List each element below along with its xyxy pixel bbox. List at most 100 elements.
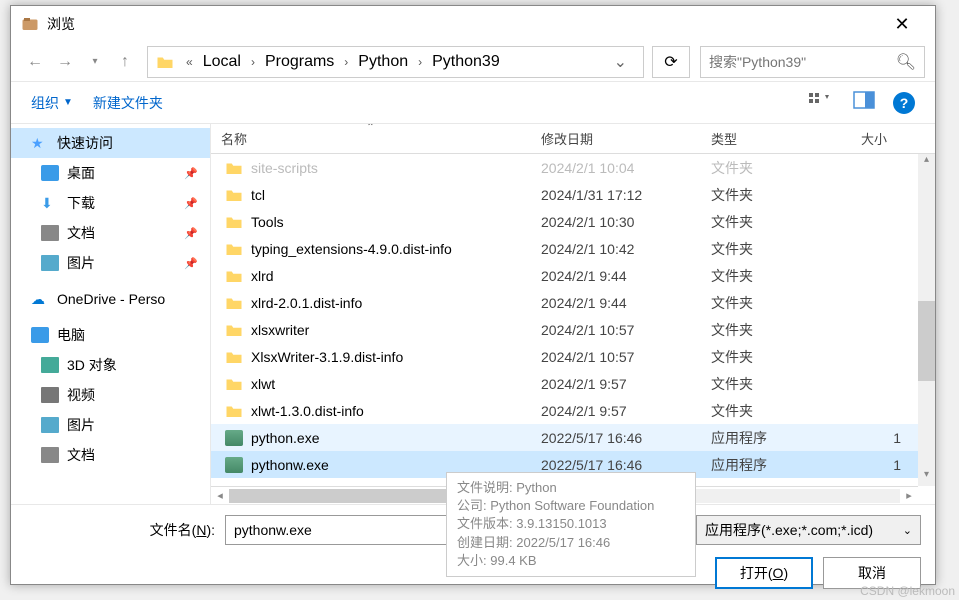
scroll-left-arrow[interactable]: ◂	[211, 489, 229, 502]
file-size: 1	[851, 430, 911, 446]
file-date: 2024/2/1 9:44	[531, 268, 701, 284]
column-name-header[interactable]: 名称 ⌃	[211, 124, 531, 153]
breadcrumb-item[interactable]: Python	[354, 51, 412, 73]
folder-icon	[225, 187, 243, 203]
chevron-right-icon: ›	[251, 55, 255, 69]
file-date: 2024/2/1 9:57	[531, 376, 701, 392]
sidebar-documents-pc[interactable]: 文档	[11, 440, 210, 470]
file-name: site-scripts	[251, 160, 318, 176]
file-date: 2024/2/1 9:44	[531, 295, 701, 311]
file-type: 文件夹	[701, 320, 851, 340]
sidebar-desktop[interactable]: 桌面 📌	[11, 158, 210, 188]
file-date: 2024/2/1 10:57	[531, 322, 701, 338]
star-icon: ★	[31, 135, 49, 151]
column-size-header[interactable]: 大小	[851, 124, 911, 153]
file-row[interactable]: tcl2024/1/31 17:12文件夹	[211, 181, 935, 208]
sidebar-3d-objects[interactable]: 3D 对象	[11, 350, 210, 380]
file-type: 文件夹	[701, 374, 851, 394]
search-box[interactable]: 🔍︎	[700, 46, 925, 78]
video-icon	[41, 387, 59, 403]
column-date-header[interactable]: 修改日期	[531, 124, 701, 153]
breadcrumb-prefix: «	[186, 55, 193, 69]
scroll-up-arrow[interactable]: ▴	[918, 154, 935, 171]
file-area: 名称 ⌃ 修改日期 类型 大小 site-scripts 2024/2/1 10:…	[211, 124, 935, 504]
folder-icon	[225, 376, 243, 392]
new-folder-button[interactable]: 新建文件夹	[93, 93, 163, 113]
help-button[interactable]: ?	[893, 92, 915, 114]
file-type: 文件夹	[701, 266, 851, 286]
file-row[interactable]: xlwt2024/2/1 9:57文件夹	[211, 370, 935, 397]
folder-icon	[225, 322, 243, 338]
vertical-scrollbar[interactable]: ▴ ▾	[918, 154, 935, 486]
sidebar-this-pc[interactable]: 电脑	[11, 320, 210, 350]
download-icon: ⬇	[41, 195, 59, 211]
pin-icon: 📌	[184, 257, 198, 270]
forward-button[interactable]: →	[51, 48, 79, 76]
file-name: xlsxwriter	[251, 322, 309, 338]
sidebar-pictures[interactable]: 图片 📌	[11, 248, 210, 278]
file-type: 文件夹	[701, 401, 851, 421]
file-row[interactable]: Tools2024/2/1 10:30文件夹	[211, 208, 935, 235]
address-bar[interactable]: « Local › Programs › Python › Python39 ⌄	[147, 46, 644, 78]
back-button[interactable]: ←	[21, 48, 49, 76]
sidebar-pictures-pc[interactable]: 图片	[11, 410, 210, 440]
search-icon[interactable]: 🔍︎	[896, 52, 916, 72]
file-row[interactable]: XlsxWriter-3.1.9.dist-info 2024/2/1 10:57…	[211, 343, 935, 370]
open-button[interactable]: 打开(O)	[715, 557, 813, 589]
breadcrumb-item[interactable]: Programs	[261, 51, 338, 73]
folder-icon	[225, 214, 243, 230]
file-date: 2022/5/17 16:46	[531, 457, 701, 473]
sidebar-onedrive[interactable]: ☁ OneDrive - Perso	[11, 286, 210, 312]
chevron-right-icon: ›	[418, 55, 422, 69]
sidebar-documents[interactable]: 文档 📌	[11, 218, 210, 248]
pictures-icon	[41, 255, 59, 271]
address-dropdown[interactable]: ⌄	[606, 52, 635, 72]
close-button[interactable]: ✕	[879, 9, 925, 39]
file-tooltip: 文件说明: Python 公司: Python Software Foundat…	[446, 472, 696, 577]
desktop-icon	[41, 165, 59, 181]
file-date: 2024/2/1 10:04	[531, 160, 701, 176]
view-options-button[interactable]	[807, 91, 835, 114]
column-header: 名称 ⌃ 修改日期 类型 大小	[211, 124, 935, 154]
file-row[interactable]: python.exe2022/5/17 16:46应用程序1	[211, 424, 935, 451]
refresh-button[interactable]: ⟳	[652, 46, 690, 78]
document-icon	[41, 225, 59, 241]
file-name: XlsxWriter-3.1.9.dist-info	[251, 349, 403, 365]
folder-icon	[225, 295, 243, 311]
file-row[interactable]: typing_extensions-4.9.0.dist-info2024/2/…	[211, 235, 935, 262]
scroll-right-arrow[interactable]: ▸	[900, 489, 918, 502]
pin-icon: 📌	[184, 197, 198, 210]
organize-button[interactable]: 组织 ▼	[31, 93, 73, 113]
window-title: 浏览	[47, 14, 879, 34]
file-row[interactable]: xlwt-1.3.0.dist-info2024/2/1 9:57文件夹	[211, 397, 935, 424]
file-name: tcl	[251, 187, 265, 203]
file-size: 1	[851, 457, 911, 473]
file-type: 文件夹	[701, 239, 851, 259]
chevron-right-icon: ›	[344, 55, 348, 69]
file-row[interactable]: xlrd2024/2/1 9:44文件夹	[211, 262, 935, 289]
file-row[interactable]: xlsxwriter 2024/2/1 10:57文件夹	[211, 316, 935, 343]
file-type: 文件夹	[701, 347, 851, 367]
up-button[interactable]: ↑	[111, 48, 139, 76]
file-type: 文件夹	[701, 185, 851, 205]
file-row[interactable]: site-scripts2024/2/1 10:04文件夹	[211, 154, 935, 181]
folder-icon	[156, 54, 174, 70]
sidebar-videos[interactable]: 视频	[11, 380, 210, 410]
sidebar-quick-access[interactable]: ★ 快速访问	[11, 128, 210, 158]
column-type-header[interactable]: 类型	[701, 124, 851, 153]
breadcrumb-item[interactable]: Python39	[428, 51, 504, 73]
scroll-down-arrow[interactable]: ▾	[918, 469, 935, 486]
file-date: 2024/2/1 10:30	[531, 214, 701, 230]
recent-dropdown[interactable]: ▾	[81, 48, 109, 76]
file-date: 2024/2/1 10:42	[531, 241, 701, 257]
file-date: 2024/2/1 10:57	[531, 349, 701, 365]
sidebar-downloads[interactable]: ⬇ 下载 📌	[11, 188, 210, 218]
file-row[interactable]: xlrd-2.0.1.dist-info2024/2/1 9:44文件夹	[211, 289, 935, 316]
breadcrumb-item[interactable]: Local	[199, 51, 245, 73]
search-input[interactable]	[709, 54, 896, 70]
file-type: 应用程序	[701, 428, 851, 448]
navigation-bar: ← → ▾ ↑ « Local › Programs › Python › Py…	[11, 42, 935, 82]
scroll-thumb[interactable]	[918, 301, 935, 381]
preview-pane-button[interactable]	[853, 91, 875, 114]
filetype-select[interactable]: 应用程序(*.exe;*.com;*.icd) ⌄	[696, 515, 921, 545]
